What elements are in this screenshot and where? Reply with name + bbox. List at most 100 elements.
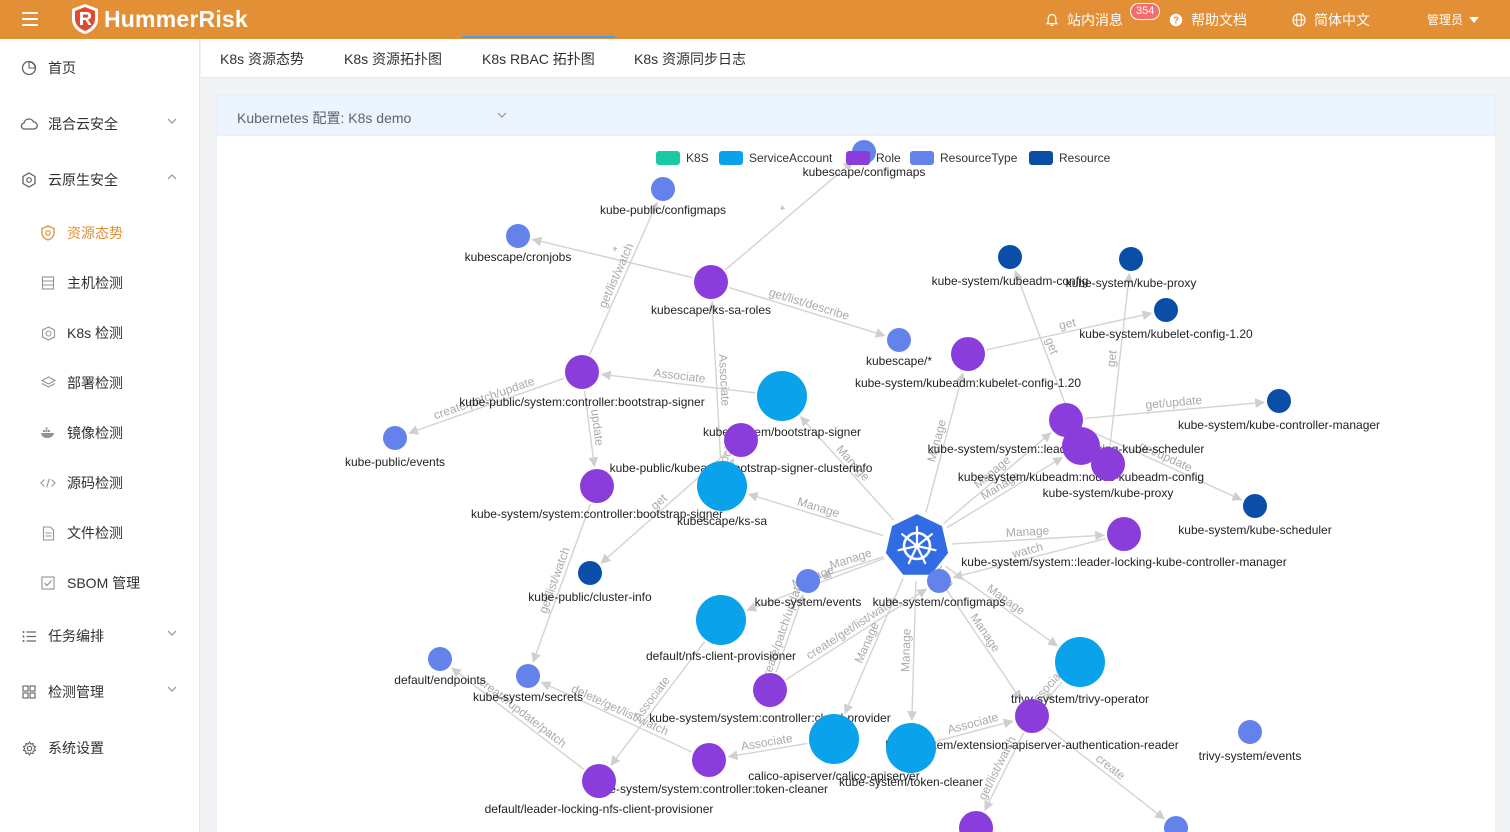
sidebar-item-sbom[interactable]: SBOM 管理 — [0, 563, 199, 603]
graph-node-resource[interactable] — [1243, 494, 1267, 518]
sidebar-item-task-orchestration[interactable]: 任务编排 — [0, 616, 199, 656]
tab-k8s-sync-log[interactable]: K8s 资源同步日志 — [634, 39, 746, 78]
help-docs-label: 帮助文档 — [1191, 11, 1247, 28]
sidebar-item-label: 任务编排 — [48, 628, 104, 644]
sidebar-item-detection-management[interactable]: 检测管理 — [0, 672, 199, 712]
graph-node-role[interactable] — [1015, 699, 1049, 733]
legend-label: Resource — [1059, 151, 1111, 165]
tab-bar: K8s 资源态势 K8s 资源拓扑图 K8s RBAC 拓扑图 K8s 资源同步… — [201, 39, 1510, 78]
graph-node-resource[interactable] — [998, 245, 1022, 269]
graph-node-resourcetype[interactable] — [887, 328, 911, 352]
sidebar-item-host-detection[interactable]: 主机检测 — [0, 263, 199, 303]
graph-node-role[interactable] — [951, 337, 985, 371]
graph-node-role[interactable] — [582, 764, 616, 798]
graph-node-role[interactable] — [565, 355, 599, 389]
kubernetes-cluster-node[interactable] — [883, 511, 951, 577]
graph-node-resourcetype[interactable] — [927, 569, 951, 593]
graph-node-resourcetype[interactable] — [651, 177, 675, 201]
legend-item-k8s[interactable]: K8S — [656, 151, 709, 165]
tab-k8s-resource-topology[interactable]: K8s 资源拓扑图 — [344, 39, 442, 78]
graph-node-resourcetype[interactable] — [506, 224, 530, 248]
sidebar-item-code-detection[interactable]: 源码检测 — [0, 463, 199, 503]
graph-node-label: kube-system/kube-controller-manager — [1178, 418, 1380, 432]
sidebar-item-label: 检测管理 — [48, 684, 104, 700]
graph-node-label: kube-system/kube-proxy — [1043, 486, 1174, 500]
menu-toggle-icon[interactable] — [22, 12, 38, 26]
graph-node-label: kubescape/* — [866, 354, 932, 368]
sidebar-item-image-detection[interactable]: 镜像检测 — [0, 413, 199, 453]
sidebar-item-deploy-detection[interactable]: 部署检测 — [0, 363, 199, 403]
k8s-config-select[interactable]: Kubernetes 配置: K8s demo — [237, 108, 411, 128]
rbac-graph[interactable]: * * get/list/describe get/list/watch create/… — [216, 136, 1496, 832]
graph-node-resourcetype[interactable] — [428, 647, 452, 671]
legend-swatch — [719, 151, 743, 165]
list-icon — [20, 627, 38, 645]
graph-edge-label: Associate — [653, 366, 707, 386]
active-tab-indicator — [462, 36, 615, 38]
brand-logo[interactable]: HummerRisk — [70, 3, 248, 35]
graph-node-resourcetype[interactable] — [796, 569, 820, 593]
rbac-graph-canvas[interactable]: **get/list/describeget/list/watchcreate/… — [216, 136, 1496, 832]
language-label: 简体中文 — [1314, 11, 1370, 28]
sidebar-item-system-settings[interactable]: 系统设置 — [0, 728, 199, 768]
graph-node-role[interactable] — [753, 673, 787, 707]
legend-swatch — [656, 151, 680, 165]
sidebar-item-hybrid-cloud[interactable]: 混合云安全 — [0, 104, 199, 144]
legend-swatch — [1029, 151, 1053, 165]
language-switcher[interactable]: 简体中文 — [1292, 0, 1370, 39]
graph-node-resource[interactable] — [1267, 389, 1291, 413]
graph-node-resource[interactable] — [1119, 247, 1143, 271]
graph-node-resourcetype[interactable] — [1238, 720, 1262, 744]
graph-node-role[interactable] — [959, 811, 993, 832]
graph-node-role[interactable] — [580, 469, 614, 503]
caret-down-icon — [1469, 16, 1480, 23]
graph-node-serviceaccount[interactable] — [1055, 637, 1105, 687]
graph-node-role[interactable] — [724, 423, 758, 457]
graph-node-label: kube-system/kubeadm:kubelet-config-1.20 — [855, 376, 1081, 390]
graph-node-serviceaccount[interactable] — [757, 371, 807, 421]
graph-node-resourcetype[interactable] — [1164, 816, 1188, 832]
graph-node-serviceaccount[interactable] — [696, 595, 746, 645]
sidebar-item-file-detection[interactable]: 文件检测 — [0, 513, 199, 553]
graph-node-label: kube-system/events — [755, 595, 862, 609]
sidebar-item-home[interactable]: 首页 — [0, 48, 199, 88]
sidebar-item-k8s-detection[interactable]: K8s 检测 — [0, 313, 199, 353]
graph-legend[interactable]: K8S ServiceAccount Role ResourceType Resourc… — [656, 151, 1111, 165]
top-header: HummerRisk 站内消息 354 ? 帮助文档 简体中文 管理员 — [0, 0, 1510, 39]
sidebar-item-resource-posture[interactable]: 资源态势 — [0, 213, 199, 253]
chevron-down-icon[interactable] — [497, 112, 507, 118]
graph-node-role[interactable] — [1091, 447, 1125, 481]
graph-node-resource[interactable] — [578, 561, 602, 585]
legend-item-resourcetype[interactable]: ResourceType — [910, 151, 1018, 165]
sidebar-item-label: 主机检测 — [67, 275, 123, 291]
graph-edge[interactable] — [531, 503, 592, 663]
graph-node-resourcetype[interactable] — [383, 426, 407, 450]
sidebar-item-label: SBOM 管理 — [67, 575, 141, 591]
graph-node-serviceaccount[interactable] — [886, 723, 936, 773]
sidebar-item-label: 混合云安全 — [48, 116, 118, 132]
graph-node-label: kube-system/system::leader-locking-kube-… — [961, 555, 1286, 569]
graph-node-role[interactable] — [1107, 517, 1141, 551]
graph-edge-label: Manage — [898, 628, 913, 672]
graph-node-role[interactable] — [692, 743, 726, 777]
help-docs-link[interactable]: ? 帮助文档 — [1169, 0, 1247, 39]
graph-node-serviceaccount[interactable] — [809, 714, 859, 764]
user-label: 管理员 — [1427, 13, 1464, 27]
legend-label: ServiceAccount — [749, 151, 833, 165]
legend-item-serviceaccount[interactable]: ServiceAccount — [719, 151, 833, 165]
panel-header: Kubernetes 配置: K8s demo — [217, 96, 1495, 136]
legend-item-resource[interactable]: Resource — [1029, 151, 1111, 165]
graph-node-resourcetype[interactable] — [516, 664, 540, 688]
graph-node-serviceaccount[interactable] — [697, 461, 747, 511]
graph-edge[interactable] — [589, 201, 658, 355]
legend-swatch — [910, 151, 934, 165]
chevron-up-icon — [167, 174, 177, 180]
sidebar-item-cloud-native[interactable]: 云原生安全 — [0, 160, 199, 200]
graph-node-resource[interactable] — [1154, 298, 1178, 322]
messages-link[interactable]: 站内消息 — [1045, 0, 1123, 39]
tab-k8s-resource-posture[interactable]: K8s 资源态势 — [220, 39, 304, 78]
tab-k8s-rbac-topology[interactable]: K8s RBAC 拓扑图 — [482, 39, 595, 78]
user-menu[interactable]: 管理员 — [1427, 0, 1480, 39]
graph-node-role[interactable] — [694, 265, 728, 299]
hummerrisk-logo-icon — [72, 4, 98, 34]
